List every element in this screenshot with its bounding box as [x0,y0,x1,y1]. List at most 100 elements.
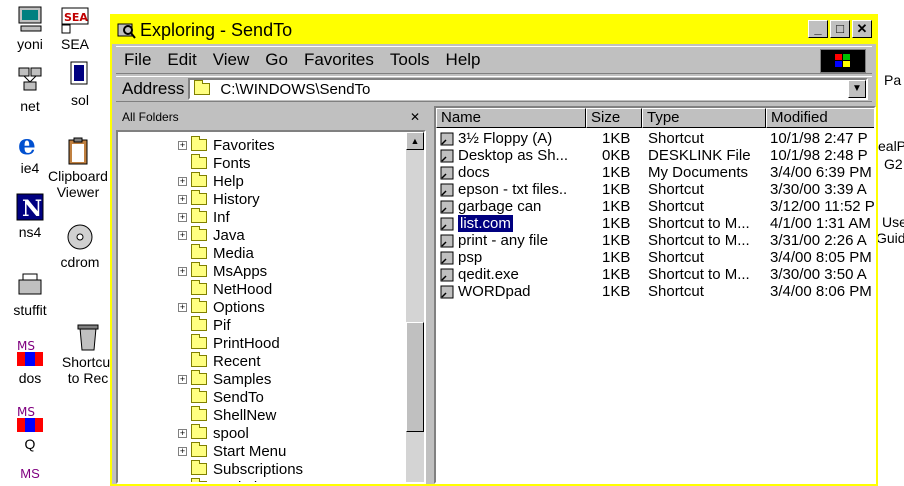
file-type: Shortcut [648,181,704,198]
tree-folder-label: Media [213,244,254,262]
file-list-row[interactable]: print - any file 1KB Shortcut to M... 3/31/… [436,232,874,249]
shortcut-file-icon [440,234,454,248]
tree-folder-item[interactable]: + MsApps [178,262,267,280]
file-list-row[interactable]: garbage can 1KB Shortcut 3/12/00 11:52 P [436,198,874,215]
menu-file[interactable]: File [116,50,159,70]
file-list-row[interactable]: list.com 1KB Shortcut to M... 4/1/00 1:31 A… [436,215,874,232]
chevron-down-icon[interactable]: ▼ [848,80,866,98]
shortcut-file-icon [440,149,454,163]
svg-text:e: e [18,128,36,158]
folder-icon [191,478,207,482]
file-size: 0KB [602,147,631,164]
title-bar[interactable]: Exploring - SendTo _ □ ✕ [112,16,876,44]
tree-folder-item[interactable]: Recent [178,352,261,370]
tree-folder-label: Pif [213,316,231,334]
desktop-icon-cdrom[interactable]: cdrom [50,222,110,270]
tree-folder-item[interactable]: + Java [178,226,245,244]
expand-icon[interactable]: + [178,374,187,384]
tree-folder-label: Help [213,172,244,190]
tree-folder-item[interactable]: + Help [178,172,244,190]
address-value: C:\WINDOWS\SendTo [220,80,371,98]
file-list-row[interactable]: 3½ Floppy (A) 1KB Shortcut 10/1/98 2:47 P [436,130,874,147]
shortcut-file-icon [440,183,454,197]
expand-icon[interactable]: + [178,266,187,276]
folder-icon [191,460,207,475]
close-button[interactable]: ✕ [852,20,872,38]
desktop-icon-q[interactable]: MS Q [0,404,60,452]
desktop-icon-sol[interactable]: sol [50,60,110,108]
expand-icon[interactable]: + [178,302,187,312]
column-header-modified[interactable]: Modified [766,108,874,128]
tree-folder-item[interactable]: Pif [178,316,231,334]
tree-folder-item[interactable]: Subscriptions [178,460,303,478]
sea-logo-icon: SEA [60,4,90,34]
desktop-icon-stuffit[interactable]: stuffit [0,270,60,318]
menu-go[interactable]: Go [257,50,296,70]
file-name: Desktop as Sh... [458,147,569,164]
desktop-icon-sea[interactable]: SEA SEA [45,4,105,52]
expand-icon[interactable]: + [178,212,187,222]
file-list-row[interactable]: qedit.exe 1KB Shortcut to M... 3/30/00 3:50… [436,266,874,283]
tree-folder-item[interactable]: + History [178,190,260,208]
file-type: Shortcut [648,249,704,266]
file-list-row[interactable]: Desktop as Sh... 0KB DESKLINK File 10/1/98 … [436,147,874,164]
tree-folder-item[interactable]: + Inf [178,208,230,226]
right-desktop-label[interactable]: Use [882,214,904,230]
tree-folder-item[interactable]: PrintHood [178,334,280,352]
column-header-type[interactable]: Type [642,108,766,128]
desktop-icon-dos[interactable]: MS dos [0,338,60,386]
address-field[interactable]: C:\WINDOWS\SendTo ▼ [188,78,868,100]
menu-edit[interactable]: Edit [159,50,204,70]
tree-folder-item[interactable]: Sysbckup [178,478,278,482]
file-list-row[interactable]: WORDpad 1KB Shortcut 3/4/00 8:06 PM [436,283,874,300]
tree-folder-item[interactable]: NetHood [178,280,272,298]
folder-icon [191,316,207,331]
folder-icon [191,298,207,313]
cd-icon [65,222,95,252]
folder-tree: SysbckupSubscriptions + Start Menu + spoolSh… [116,130,426,484]
right-desktop-label[interactable]: ealP [878,138,904,154]
tree-folder-item[interactable]: + Favorites [178,136,275,154]
tree-folder-item[interactable]: SendTo [178,388,264,406]
expand-icon[interactable]: + [178,428,187,438]
file-list-row[interactable]: docs 1KB My Documents 3/4/00 6:39 PM [436,164,874,181]
minimize-button[interactable]: _ [808,20,828,38]
desktop-icon-clipboard[interactable]: Clipboard Viewer [46,136,110,200]
tree-folder-item[interactable]: Media [178,244,254,262]
menu-help[interactable]: Help [438,50,489,70]
menu-favorites[interactable]: Favorites [296,50,382,70]
tree-folder-item[interactable]: + Samples [178,370,271,388]
tree-folder-item[interactable]: Fonts [178,154,251,172]
file-list-row[interactable]: psp 1KB Shortcut 3/4/00 8:05 PM [436,249,874,266]
expand-icon[interactable]: + [178,194,187,204]
column-header-name[interactable]: Name [436,108,586,128]
tree-folder-label: Subscriptions [213,460,304,478]
desktop-icon-ms[interactable]: MS [0,466,60,482]
expand-icon[interactable]: + [178,140,187,150]
column-header-size[interactable]: Size [586,108,642,128]
maximize-button[interactable]: □ [830,20,850,38]
tree-folder-item[interactable]: + spool [178,424,249,442]
expand-icon[interactable]: + [178,230,187,240]
expand-icon[interactable]: + [178,176,187,186]
shortcut-file-icon [440,200,454,214]
right-desktop-label[interactable]: Guid [876,230,904,246]
file-size: 1KB [602,198,631,215]
folder-icon [191,208,207,223]
tree-folder-item[interactable]: + Start Menu [178,442,286,460]
file-list-row[interactable]: epson - txt files.. 1KB Shortcut 3/30/00 3:… [436,181,874,198]
expand-icon[interactable]: + [178,446,187,456]
menu-view[interactable]: View [205,50,258,70]
scroll-up-button[interactable]: ▲ [406,132,424,150]
tree-folder-label: spool [213,424,249,442]
tree-folder-item[interactable]: ShellNew [178,406,276,424]
tree-folder-item[interactable]: + Options [178,298,265,316]
tree-scrollbar[interactable]: ▲ [406,132,424,482]
menu-tools[interactable]: Tools [382,50,438,70]
scroll-thumb[interactable] [406,322,424,432]
right-desktop-label[interactable]: Pa [884,72,901,88]
tree-close-button[interactable]: ✕ [410,110,420,124]
right-desktop-label[interactable]: G2 [884,156,903,172]
explorer-window: Exploring - SendTo _ □ ✕ File Edit View … [110,14,878,486]
file-size: 1KB [602,266,631,283]
